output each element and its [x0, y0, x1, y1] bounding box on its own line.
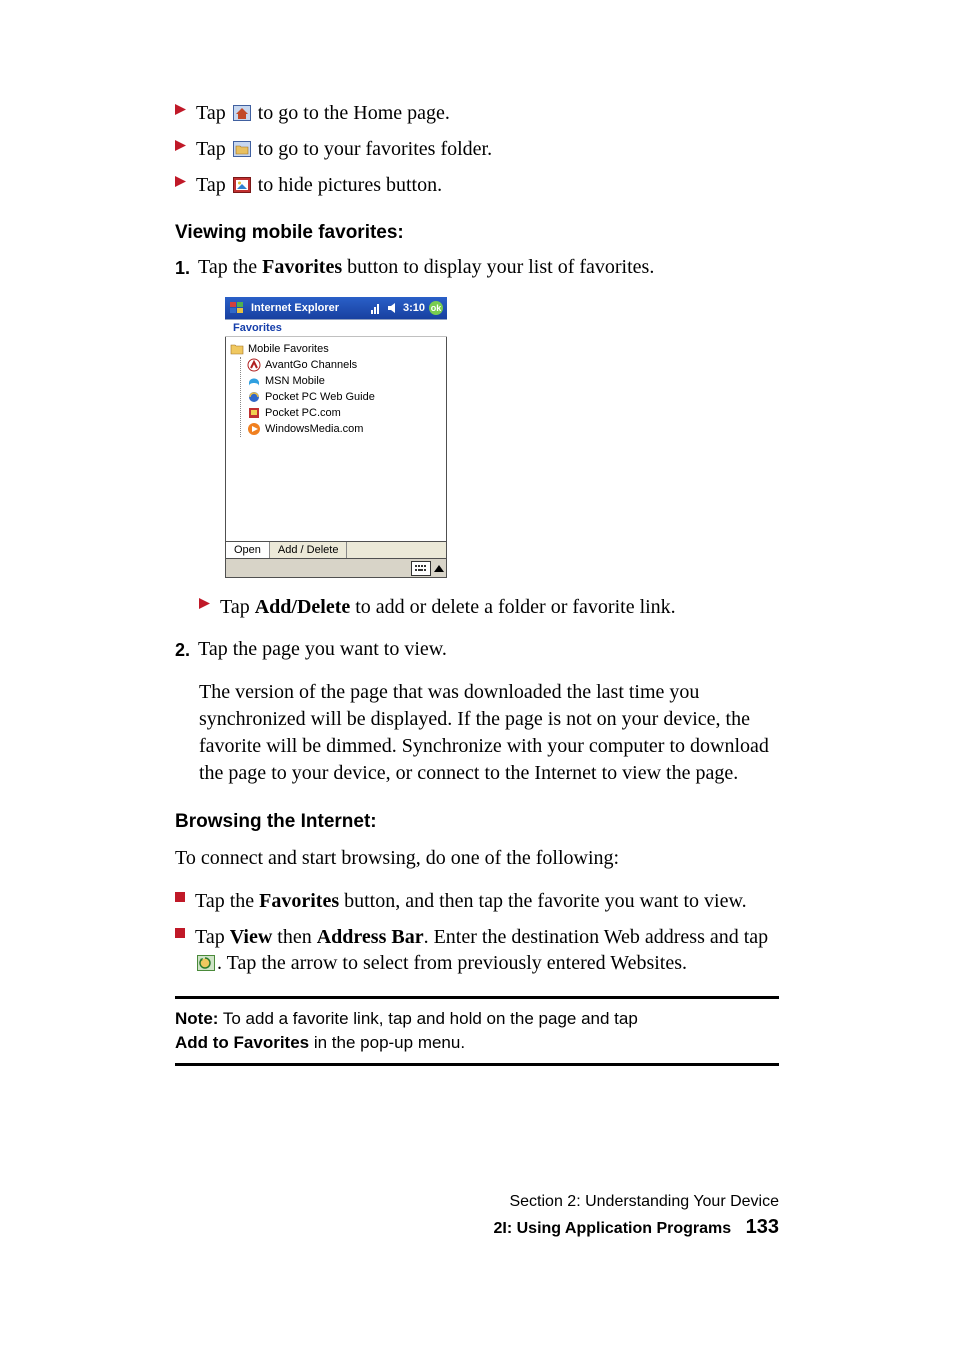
tree-item-pocketpc[interactable]: Pocket PC.com — [247, 405, 442, 421]
step-1: 1. Tap the Favorites button to display y… — [175, 256, 779, 279]
tab-add-delete[interactable]: Add / Delete — [270, 542, 348, 558]
heading-browsing: Browsing the Internet: — [175, 811, 779, 833]
heading-viewing-favorites: Viewing mobile favorites: — [175, 222, 779, 244]
signal-icon — [371, 302, 383, 314]
triangle-bullet-icon — [175, 140, 186, 151]
tap-bullet-home: Tap to go to the Home page. — [175, 100, 779, 126]
browsing-intro: To connect and start browsing, do one of… — [175, 845, 779, 872]
folder-icon — [233, 141, 251, 157]
avantgo-icon — [247, 358, 261, 372]
pocket-pc-screenshot: Internet Explorer 3:10 ok Favorites Mobi… — [225, 297, 447, 578]
picture-icon — [233, 177, 251, 193]
text: to hide pictures button. — [258, 174, 442, 196]
pocketpc-icon — [247, 406, 261, 420]
footer-section: Section 2: Understanding Your Device — [494, 1191, 780, 1213]
tap-bullet-list: Tap to go to the Home page. Tap to go to… — [175, 100, 779, 198]
sync-paragraph: The version of the page that was downloa… — [199, 679, 779, 787]
msn-icon — [247, 374, 261, 388]
home-icon — [233, 105, 251, 121]
step-number: 2. — [175, 640, 190, 661]
tree-item-avantgo[interactable]: AvantGo Channels — [247, 357, 442, 373]
ok-button[interactable]: ok — [429, 301, 443, 315]
tree-item-webguide[interactable]: Pocket PC Web Guide — [247, 389, 442, 405]
browse-bullet-favorites: Tap the Favorites button, and then tap t… — [175, 888, 779, 914]
browse-bullet-addressbar: Tap View then Address Bar. Enter the des… — [175, 924, 779, 976]
screenshot-title: Internet Explorer — [251, 302, 339, 314]
go-icon — [197, 955, 215, 971]
triangle-bullet-icon — [175, 104, 186, 115]
step-number: 1. — [175, 258, 190, 279]
sub-bullet-add-delete: Tap Add/Delete to add or delete a folder… — [199, 594, 779, 620]
page-number: 133 — [746, 1216, 779, 1238]
screenshot-titlebar: Internet Explorer 3:10 ok — [225, 297, 447, 319]
tap-bullet-favorites: Tap to go to your favorites folder. — [175, 136, 779, 162]
windows-logo-icon — [229, 300, 245, 316]
screenshot-body: Mobile Favorites AvantGo Channels MSN Mo… — [225, 337, 447, 542]
tree-item-msn[interactable]: MSN Mobile — [247, 373, 442, 389]
steps-list-2: 2. Tap the page you want to view. — [175, 638, 779, 661]
triangle-bullet-icon — [175, 176, 186, 187]
square-bullet-icon — [175, 928, 185, 938]
screenshot-subbar: Favorites — [225, 319, 447, 337]
footer-chapter: 2I: Using Application Programs — [494, 1220, 732, 1237]
browse-bullet-1-text: Tap View then Address Bar. Enter the des… — [195, 924, 779, 976]
text: Tap — [196, 102, 231, 124]
text: to go to your favorites folder. — [258, 138, 492, 160]
note-label: Note: — [175, 1009, 218, 1028]
tap-bullet-pictures: Tap to hide pictures button. — [175, 172, 779, 198]
browse-bullet-0-text: Tap the Favorites button, and then tap t… — [195, 888, 779, 914]
note-box: Note: To add a favorite link, tap and ho… — [175, 996, 779, 1066]
screenshot-time: 3:10 — [403, 302, 425, 314]
step-2: 2. Tap the page you want to view. — [175, 638, 779, 661]
page-footer: Section 2: Understanding Your Device 2I:… — [494, 1191, 780, 1241]
browse-bullet-list: Tap the Favorites button, and then tap t… — [175, 888, 779, 976]
tab-open[interactable]: Open — [226, 541, 270, 558]
tree-root[interactable]: Mobile Favorites — [230, 341, 442, 357]
steps-list: 1. Tap the Favorites button to display y… — [175, 256, 779, 279]
windowsmedia-icon — [247, 422, 261, 436]
text: Tap — [196, 174, 231, 196]
folder-icon — [230, 342, 244, 356]
sub-bullet-list: Tap Add/Delete to add or delete a folder… — [199, 594, 779, 620]
tree-item-windowsmedia[interactable]: WindowsMedia.com — [247, 421, 442, 437]
text: to go to the Home page. — [258, 102, 450, 124]
up-arrow-icon[interactable] — [434, 565, 444, 572]
text: Tap — [196, 138, 231, 160]
screenshot-tabs: Open Add / Delete — [225, 542, 447, 559]
square-bullet-icon — [175, 892, 185, 902]
keyboard-icon[interactable] — [411, 561, 431, 576]
triangle-bullet-icon — [199, 598, 210, 609]
ie-icon — [247, 390, 261, 404]
speaker-icon — [387, 302, 399, 314]
screenshot-bottombar — [225, 559, 447, 578]
